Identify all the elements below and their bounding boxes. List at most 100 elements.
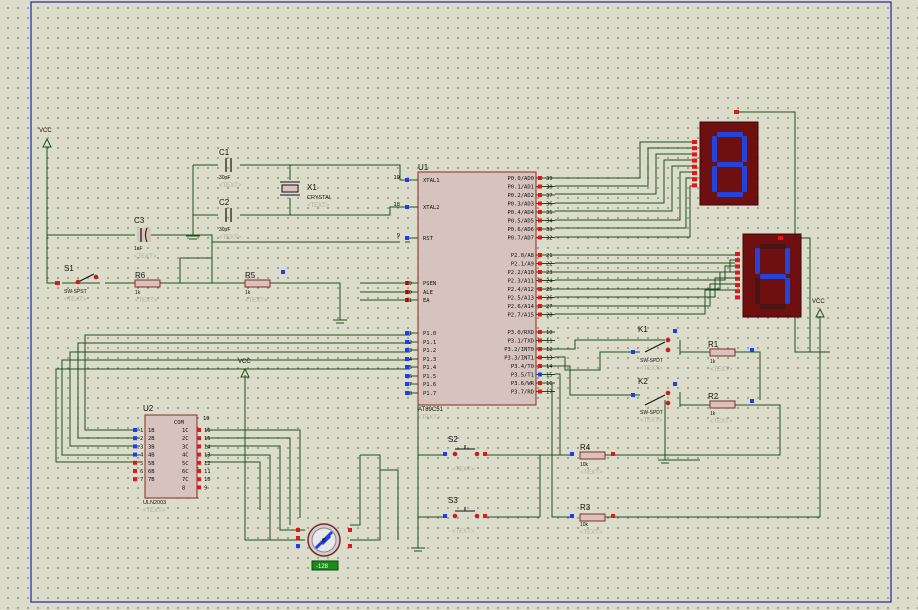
uln-pin-terminal[interactable] (197, 485, 201, 490)
mcu-pin-terminal[interactable] (538, 193, 542, 197)
mcu-pin-terminal[interactable] (538, 355, 542, 360)
svg-text:SW-SPDT: SW-SPDT (640, 410, 663, 416)
uln-pin-terminal[interactable] (197, 428, 201, 432)
mcu-pin-terminal[interactable] (538, 253, 542, 257)
seven-segment-display-2[interactable] (735, 233, 802, 318)
uln-pin-name: 1C (182, 428, 189, 434)
capacitor-c2[interactable]: C2 30pF <TEXT> (219, 198, 242, 241)
mcu-pin-terminal[interactable] (538, 235, 542, 240)
mcu-pin-terminal[interactable] (538, 210, 542, 214)
uln-pin-name: 3B (148, 444, 155, 450)
display-pin[interactable] (692, 152, 697, 157)
svg-text:<TEXT>: <TEXT> (710, 367, 733, 373)
resistor-r2[interactable]: R2 1k <TEXT> (708, 392, 754, 425)
resistor-r6[interactable]: R6 1k <TEXT> (134, 271, 161, 304)
svg-text:K1: K1 (638, 325, 648, 334)
uln-pin-terminal[interactable] (197, 436, 201, 441)
mcu-pin-terminal[interactable] (538, 218, 542, 223)
mcu-pin-terminal[interactable] (538, 201, 542, 206)
mcu-pin-terminal[interactable] (538, 176, 542, 180)
segment-d (760, 304, 786, 309)
mcu-pin-terminal[interactable] (538, 184, 542, 189)
uln-pin-terminal[interactable] (197, 452, 201, 457)
seven-segment-display-1[interactable] (692, 110, 759, 206)
display-pin[interactable] (692, 171, 697, 175)
mcu-pin-number: 19 (393, 175, 400, 181)
mcu-pin-terminal[interactable] (538, 312, 542, 317)
uln-pin-number: 10 (204, 477, 211, 483)
mcu-pin-number: 36 (546, 202, 553, 208)
crystal-x1[interactable]: X1 CRYSTAL <TEXT> (280, 181, 332, 209)
uln-pin-name: 1B (148, 428, 155, 434)
display-pin[interactable] (692, 158, 697, 163)
resistor-r4[interactable]: R4 10k <TEXT> (570, 443, 615, 476)
uln-pin-terminal[interactable] (197, 469, 201, 473)
svg-text:10k: 10k (580, 522, 589, 528)
uln-pin-terminal[interactable] (133, 428, 137, 432)
switch-k1[interactable]: K1 SW-SPDT <TEXT> (631, 325, 677, 372)
resistor-r1[interactable]: R1 1k <TEXT> (708, 340, 754, 373)
svg-text:COM: COM (174, 420, 185, 426)
pushbutton-s3[interactable]: S3 <TEXT> (443, 496, 487, 535)
display-pin[interactable] (735, 283, 740, 287)
driver-uln2003[interactable]: U2 ULN2003 <TEXT> COM 10 1 1B 2 2B 3 3B 4 4B 5 5B… (133, 404, 211, 514)
mcu-pin-terminal[interactable] (538, 287, 542, 291)
mcu-pin-terminal[interactable] (538, 372, 542, 377)
svg-text:<TEXT>: <TEXT> (134, 254, 157, 260)
vcc-symbol-mid: VCC (238, 359, 251, 378)
mcu-pin-terminal[interactable] (538, 330, 542, 334)
uln-pin-terminal[interactable] (197, 460, 201, 465)
mcu-pin-terminal[interactable] (538, 347, 542, 351)
mcu-pin-terminal[interactable] (538, 364, 542, 368)
mcu-pin-terminal[interactable] (405, 205, 409, 209)
mcu-pin-terminal[interactable] (538, 270, 542, 274)
switch-s1[interactable]: S1 SW-SPST <TEXT> (55, 264, 100, 303)
display-pin[interactable] (692, 164, 697, 169)
mcu-part: AT89C51 (418, 407, 444, 413)
display-pin[interactable] (692, 183, 697, 188)
svg-text:30pF: 30pF (219, 175, 230, 181)
uln-pin-terminal[interactable] (197, 444, 201, 449)
display-pin[interactable] (692, 177, 697, 182)
svg-text:R5: R5 (245, 271, 256, 280)
capacitor-c3[interactable]: C3 1uF <TEXT> (134, 216, 157, 260)
uln-pin-terminal[interactable] (133, 436, 137, 441)
uln-pin-terminal[interactable] (133, 444, 137, 449)
display-pin[interactable] (735, 264, 740, 269)
resistor-r5[interactable]: R5 1k <TEXT> (244, 270, 285, 304)
stepper-motor[interactable]: -128 (296, 523, 352, 571)
mcu-at89c51[interactable]: U1 AT89C51 <TEXT> 19 XTAL118 XTAL29 RST29 PS… (393, 163, 555, 421)
display-pin[interactable] (735, 295, 740, 300)
mcu-pin-terminal[interactable] (538, 295, 542, 300)
uln-pin-name: 6C (182, 469, 189, 475)
mcu-pin-terminal[interactable] (538, 261, 542, 266)
mcu-pin-number: 21 (546, 253, 553, 259)
mcu-pin-terminal[interactable] (538, 278, 542, 283)
pushbutton-s2[interactable]: S2 <TEXT> (443, 435, 487, 473)
display-pin[interactable] (735, 270, 740, 275)
capacitor-c1[interactable]: C1 30pF <TEXT> (219, 148, 242, 189)
display-pin[interactable] (692, 146, 697, 151)
uln-pin-terminal[interactable] (133, 469, 137, 473)
mcu-pin-terminal[interactable] (405, 236, 409, 240)
mcu-pin-name: P1.2 (423, 348, 436, 354)
mcu-pin-terminal[interactable] (405, 178, 409, 182)
mcu-pin-name: P1.7 (423, 391, 436, 397)
mcu-pin-terminal[interactable] (538, 389, 542, 394)
display-pin[interactable] (692, 140, 697, 144)
mcu-pin-terminal[interactable] (538, 227, 542, 231)
display-pin[interactable] (735, 252, 740, 256)
uln-pin-terminal[interactable] (133, 477, 137, 482)
display-pin[interactable] (735, 258, 740, 263)
svg-text:<TEXT>: <TEXT> (219, 183, 242, 189)
resistor-r3[interactable]: R3 10k <TEXT> (570, 503, 615, 536)
uln-pin-terminal[interactable] (197, 477, 201, 482)
display-pin[interactable] (735, 276, 740, 281)
mcu-pin-terminal[interactable] (538, 381, 542, 385)
mcu-pin-terminal[interactable] (538, 338, 542, 343)
switch-k2[interactable]: K2 SW-SPDT <TEXT> (631, 377, 677, 424)
display-pin[interactable] (735, 289, 740, 294)
mcu-pin-terminal[interactable] (538, 304, 542, 308)
uln-pin-terminal[interactable] (133, 452, 137, 457)
uln-pin-terminal[interactable] (133, 460, 137, 465)
